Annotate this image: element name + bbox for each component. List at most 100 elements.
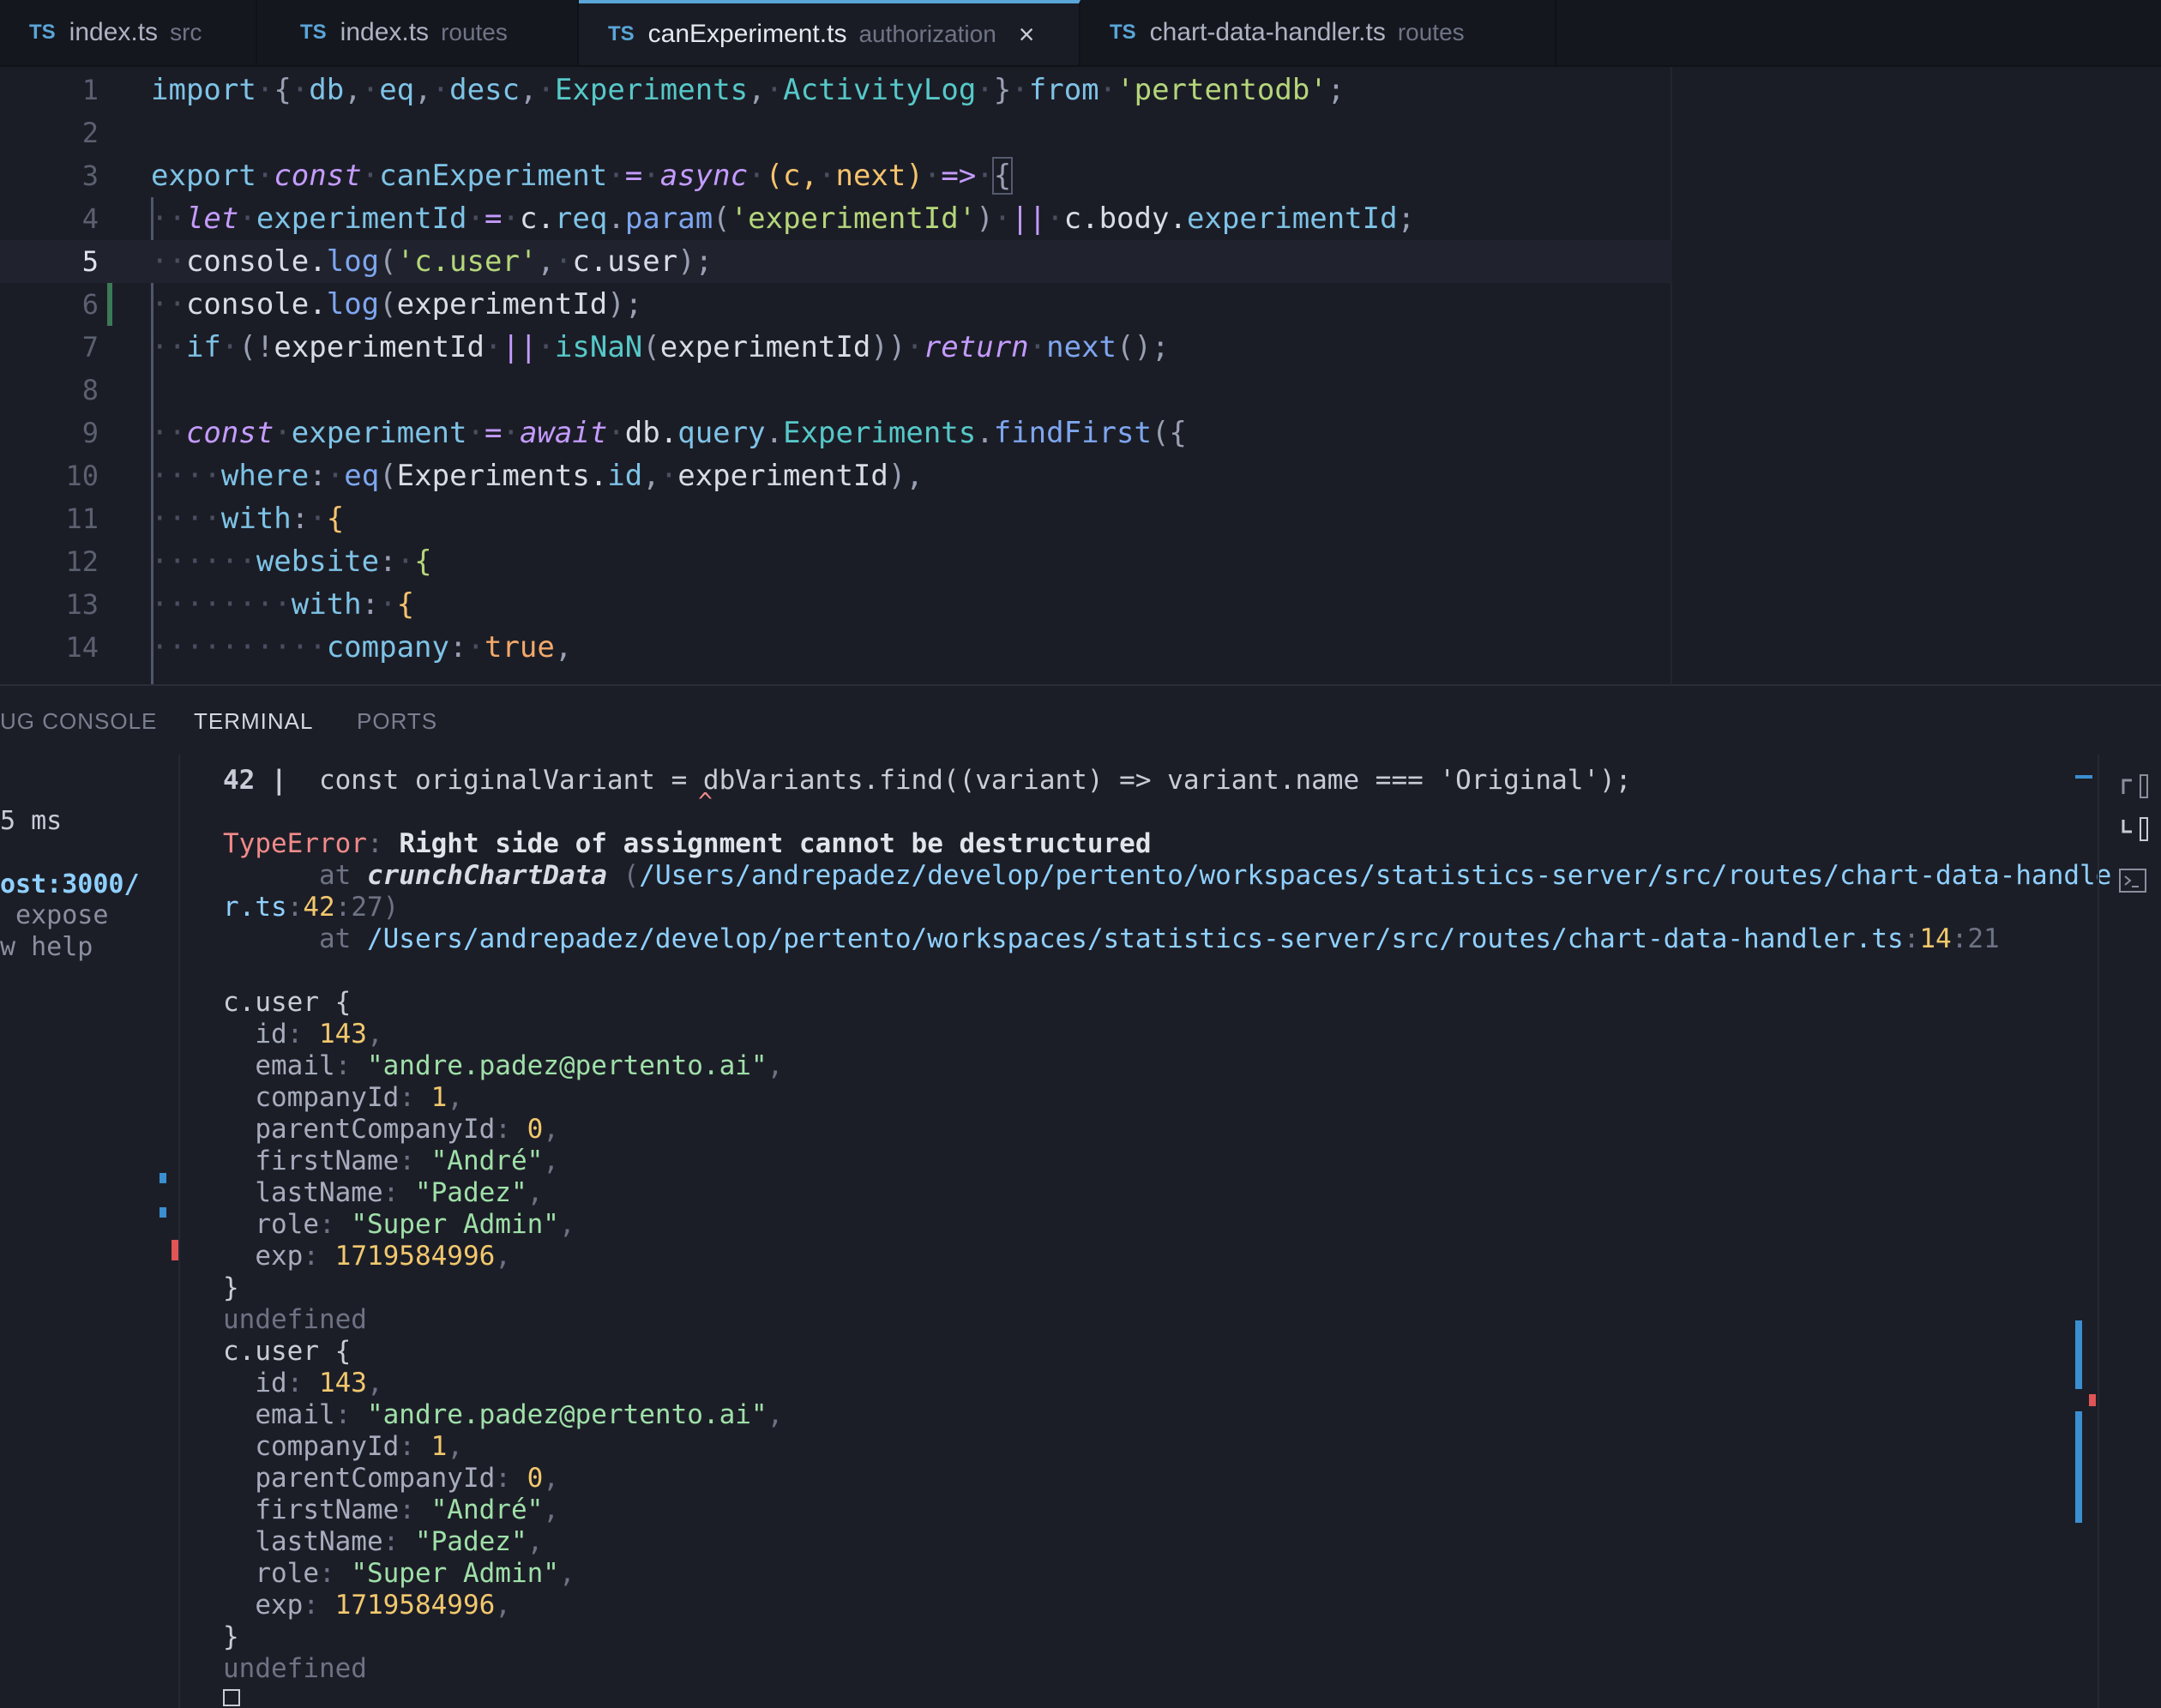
terminal-icon[interactable]	[2118, 866, 2149, 897]
line-number: 14	[65, 631, 99, 664]
line-number: 5	[81, 245, 99, 278]
user-company-id: 1	[430, 1082, 448, 1113]
user-email: "andre.padez@pertento.ai"	[366, 1399, 767, 1430]
line-number: 2	[81, 117, 99, 149]
stack-path: /Users/andrepadez/develop/pertento/works…	[366, 923, 1904, 954]
tab-debug-console[interactable]: UG CONSOLE	[0, 708, 157, 735]
code-line[interactable]: 13 ········with:·{	[0, 583, 1672, 626]
tab-label: index.ts	[69, 18, 159, 46]
line-number: 12	[65, 545, 99, 578]
code-text: ······website:·{	[151, 544, 432, 579]
line-number: 11	[65, 502, 99, 535]
user-id: 143	[318, 1019, 367, 1049]
code-text: ········with:·{	[151, 587, 415, 622]
user-last-name: "Padez"	[414, 1177, 527, 1208]
scroll-marker	[2075, 775, 2092, 779]
stack-at: at	[318, 923, 352, 954]
terminal-text: expose	[0, 900, 109, 930]
close-brace: }	[223, 1621, 239, 1652]
scroll-marker	[2075, 1320, 2082, 1389]
code-line[interactable]: 10 ····where:·eq(Experiments.id,·experime…	[0, 454, 1672, 497]
typescript-icon: TS	[608, 22, 635, 45]
code-line[interactable]: 9 ··const·experiment·=·await·db.query.Exp…	[0, 412, 1672, 454]
editor-tab-bar: TS index.ts src TS index.ts routes TS ca…	[0, 0, 2161, 67]
log-undefined: undefined	[223, 1304, 367, 1335]
stack-path-cont: r.ts	[223, 892, 287, 923]
code-text: export·const·canExperiment·=·async·(c,·n…	[151, 157, 1014, 195]
tab-index-src[interactable]: TS index.ts src	[0, 0, 257, 65]
log-label: c.user {	[223, 1336, 352, 1367]
tab-index-routes[interactable]: TS index.ts routes	[257, 0, 579, 65]
code-line[interactable]: 14 ··········company:·true,	[0, 626, 1672, 669]
code-line[interactable]: 8	[0, 369, 1672, 412]
tab-canexperiment[interactable]: TS canExperiment.ts authorization ×	[579, 0, 1080, 65]
stack-line: 14	[1919, 923, 1952, 954]
split-terminal-icon[interactable]	[2118, 772, 2149, 803]
user-parent-company-id: 0	[527, 1114, 544, 1145]
code-text: ····with:·{	[151, 502, 345, 536]
user-id: 143	[318, 1368, 367, 1398]
user-first-name: "André"	[430, 1494, 544, 1525]
code-line[interactable]: 4 ··let·experimentId·=·c.req.param('exper…	[0, 197, 1672, 240]
terminal-list	[2098, 755, 2161, 1708]
terminal-text: w help	[0, 932, 93, 962]
stack-path: /Users/andrepadez/develop/pertento/works…	[639, 860, 2112, 891]
code-text: ··console.log(experimentId);	[151, 287, 643, 322]
stack-at: at	[318, 860, 352, 891]
code-line[interactable]: 2	[0, 111, 1672, 154]
tab-terminal[interactable]: TERMINAL	[194, 708, 313, 735]
user-role: "Super Admin"	[351, 1558, 559, 1589]
code-editor[interactable]: 1 import·{·db,·eq,·desc,·Experiments,·Act…	[0, 67, 2161, 684]
typescript-icon: TS	[29, 21, 56, 44]
terminal-left-pane[interactable]: 5 ms ost:3000/ expose w help	[0, 755, 180, 1708]
code-line[interactable]: 7 ··if·(!experimentId·||·isNaN(experiment…	[0, 326, 1672, 369]
code-line[interactable]: 3 export·const·canExperiment·=·async·(c,·…	[0, 154, 1672, 197]
stack-line: 42	[303, 892, 335, 923]
typescript-icon: TS	[1110, 21, 1136, 44]
tab-dir: routes	[1397, 19, 1465, 45]
code-line[interactable]: 1 import·{·db,·eq,·desc,·Experiments,·Act…	[0, 69, 1672, 111]
split-terminal-icon[interactable]	[2118, 815, 2149, 845]
bottom-panel: UG CONSOLE TERMINAL PORTS 5 ms ost:3000/…	[0, 684, 2161, 1708]
line-number: 6	[81, 288, 99, 321]
line-number: 1	[81, 74, 99, 106]
user-last-name: "Padez"	[414, 1526, 527, 1557]
stack-fn: crunchChartData	[366, 860, 607, 891]
source-line: const originalVariant = dbVariants.find(…	[318, 765, 1632, 796]
user-parent-company-id: 0	[527, 1463, 544, 1494]
terminal-text: ost:3000/	[0, 869, 140, 899]
error-caret: ^	[698, 787, 713, 815]
code-text: ··console.log('c.user',·c.user);	[151, 244, 713, 279]
tab-label: canExperiment.ts	[647, 20, 847, 48]
code-text: import·{·db,·eq,·desc,·Experiments,·Acti…	[151, 73, 1345, 107]
change-marker	[160, 1173, 166, 1183]
tab-chart-data-handler[interactable]: TS chart-data-handler.ts routes	[1080, 0, 1556, 65]
change-marker	[160, 1207, 166, 1218]
code-line[interactable]: 5 ··console.log('c.user',·c.user);	[0, 240, 1672, 283]
scroll-marker	[2089, 1394, 2096, 1406]
code-line[interactable]: 11 ····with:·{	[0, 497, 1672, 540]
line-number: 7	[81, 331, 99, 364]
error-marker	[172, 1240, 178, 1260]
code-line[interactable]: 6 ··console.log(experimentId);	[0, 283, 1672, 326]
code-line[interactable]: 12 ······website:·{	[0, 540, 1672, 583]
close-brace: }	[223, 1272, 239, 1303]
tab-dir: routes	[441, 19, 508, 45]
user-company-id: 1	[430, 1431, 448, 1462]
stack-col: 21	[1967, 923, 2000, 954]
code-text: ··········company:·true,	[151, 630, 573, 665]
close-icon[interactable]: ×	[1019, 19, 1035, 51]
tab-dir: authorization	[858, 21, 996, 47]
error-type: TypeError	[223, 828, 367, 859]
line-number: 9	[81, 417, 99, 449]
user-exp: 1719584996	[334, 1590, 496, 1621]
user-exp: 1719584996	[334, 1241, 496, 1272]
code-text: ··if·(!experimentId·||·isNaN(experimentI…	[151, 330, 1170, 364]
tab-label: index.ts	[340, 18, 430, 46]
user-role: "Super Admin"	[351, 1209, 559, 1240]
tab-dir: src	[170, 19, 202, 45]
user-first-name: "André"	[430, 1146, 544, 1176]
log-label: c.user {	[223, 987, 352, 1018]
tab-ports[interactable]: PORTS	[357, 708, 437, 735]
tab-label: chart-data-handler.ts	[1149, 18, 1386, 46]
